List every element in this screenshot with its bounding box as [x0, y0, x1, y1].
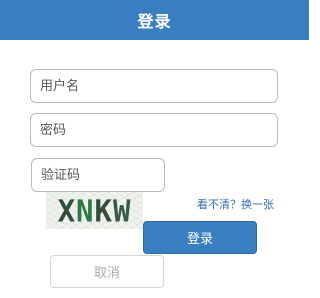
- captcha-char: W: [112, 192, 132, 229]
- password-input[interactable]: [30, 113, 278, 147]
- captcha-char: X: [57, 192, 77, 229]
- captcha-char: N: [76, 192, 95, 229]
- captcha-image[interactable]: XNKW: [46, 192, 143, 229]
- cancel-button[interactable]: 取消: [50, 255, 164, 288]
- page-title: 登录: [137, 12, 172, 31]
- page-header: 登录: [0, 0, 309, 40]
- captcha-char: K: [94, 192, 113, 229]
- captcha-input[interactable]: [31, 158, 165, 192]
- captcha-code: XNKW: [58, 193, 132, 229]
- username-input[interactable]: [30, 69, 278, 103]
- login-button[interactable]: 登录: [143, 221, 257, 254]
- refresh-captcha-link[interactable]: 看不清？换一张: [197, 196, 274, 212]
